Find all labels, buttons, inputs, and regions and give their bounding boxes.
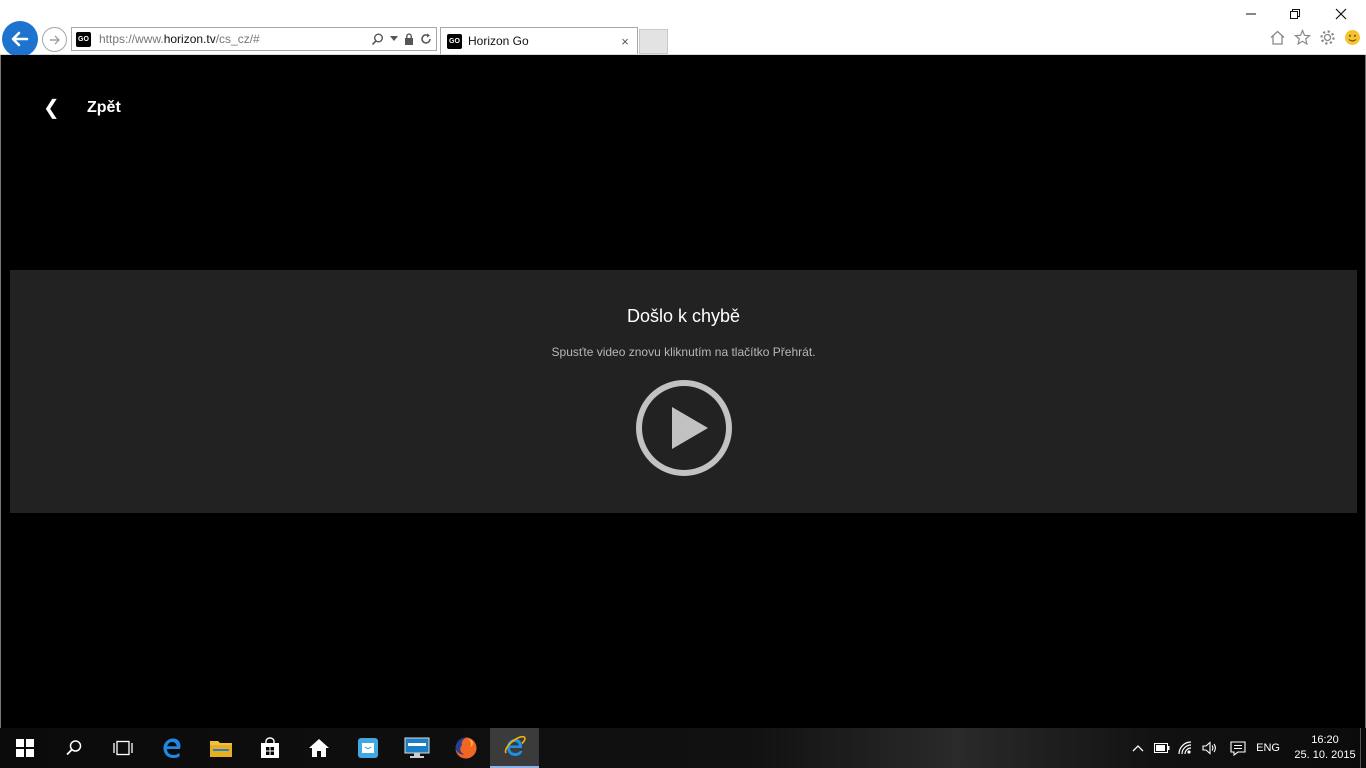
close-button[interactable] [1331, 4, 1351, 24]
minimize-icon [1246, 13, 1256, 15]
back-link[interactable]: ❮ Zpět [43, 95, 121, 120]
feedback-button[interactable] [1343, 28, 1362, 47]
play-button[interactable] [635, 379, 733, 477]
lock-icon[interactable] [404, 33, 414, 45]
gear-icon [1320, 30, 1335, 45]
arrow-right-icon [49, 35, 60, 44]
clock-date: 25. 10. 2015 [1294, 749, 1356, 761]
battery-button[interactable] [1150, 728, 1174, 768]
input-language-indicator[interactable]: ENG [1256, 742, 1280, 754]
taskbar-firefox[interactable] [441, 728, 490, 768]
page-content: ❮ Zpět Došlo k chybě Spusťte video znovu… [0, 55, 1366, 728]
tab-close-icon[interactable]: × [617, 33, 633, 49]
message-app-icon [357, 738, 378, 758]
task-view-button[interactable] [98, 728, 147, 768]
taskbar-home-app[interactable] [294, 728, 343, 768]
new-tab-button[interactable] [639, 29, 668, 54]
minimize-button[interactable] [1241, 4, 1261, 24]
task-view-icon [112, 740, 133, 756]
windows-logo-icon [15, 739, 34, 757]
speaker-icon [1202, 741, 1217, 755]
star-icon [1294, 29, 1311, 46]
forward-navigation-button[interactable] [42, 27, 67, 52]
search-icon [65, 740, 81, 756]
chevron-left-icon: ❮ [43, 97, 60, 119]
settings-button[interactable] [1318, 28, 1337, 47]
back-label: Zpět [87, 98, 121, 116]
close-icon [1335, 8, 1347, 20]
edge-icon [163, 738, 180, 758]
battery-icon [1154, 743, 1170, 753]
browser-chrome: GO https://www.horizon.tv/cs_cz/# GO Hor… [0, 0, 1366, 57]
house-icon [308, 739, 329, 757]
video-player: Došlo k chybě Spusťte video znovu kliknu… [10, 270, 1357, 513]
taskbar-internet-explorer[interactable] [490, 728, 539, 768]
taskbar-lenovo-app[interactable] [392, 728, 441, 768]
restore-button[interactable] [1285, 4, 1305, 24]
taskbar-search-button[interactable] [49, 728, 98, 768]
address-bar[interactable]: GO https://www.horizon.tv/cs_cz/# [71, 27, 437, 51]
show-hidden-icons-button[interactable] [1126, 728, 1150, 768]
folder-icon [209, 741, 232, 757]
taskbar-file-explorer[interactable] [196, 728, 245, 768]
smiley-icon [1345, 30, 1360, 45]
action-center-button[interactable] [1226, 728, 1250, 768]
error-title: Došlo k chybě [626, 306, 741, 326]
store-icon [260, 737, 279, 758]
back-navigation-button[interactable] [2, 21, 38, 57]
home-button[interactable] [1268, 28, 1287, 47]
home-icon [1270, 30, 1285, 45]
play-icon [636, 380, 732, 476]
site-favicon: GO [76, 31, 91, 47]
error-message: Spusťte video znovu kliknutím na tlačítk… [551, 345, 816, 359]
network-button[interactable] [1174, 728, 1198, 768]
taskbar-store[interactable] [245, 728, 294, 768]
firefox-icon [455, 737, 476, 759]
clock-time: 16:20 [1311, 734, 1339, 746]
tab-favicon: GO [447, 33, 462, 49]
chevron-down-icon[interactable] [390, 36, 398, 42]
tab-title: Horizon Go [468, 34, 529, 48]
monitor-icon [404, 737, 429, 758]
show-desktop-button[interactable] [1360, 728, 1366, 768]
volume-button[interactable] [1198, 728, 1222, 768]
taskbar-clock[interactable]: 16:20 25. 10. 2015 [1290, 733, 1360, 763]
search-icon[interactable] [371, 33, 384, 46]
restore-icon [1290, 9, 1300, 19]
taskbar-edge[interactable] [147, 728, 196, 768]
favorites-button[interactable] [1293, 28, 1312, 47]
tab-horizon-go[interactable]: GO Horizon Go × [440, 27, 638, 54]
taskbar: ENG 16:20 25. 10. 2015 [0, 728, 1366, 768]
arrow-left-icon [11, 31, 29, 47]
notification-icon [1230, 740, 1246, 756]
internet-explorer-icon [504, 735, 526, 756]
system-tray: ENG 16:20 25. 10. 2015 [1126, 728, 1366, 768]
chevron-up-icon [1132, 745, 1144, 752]
url-text[interactable]: https://www.horizon.tv/cs_cz/# [99, 32, 371, 46]
taskbar-messaging-app[interactable] [343, 728, 392, 768]
start-button[interactable] [0, 728, 49, 768]
wifi-icon [1178, 741, 1192, 755]
refresh-icon[interactable] [420, 33, 432, 45]
